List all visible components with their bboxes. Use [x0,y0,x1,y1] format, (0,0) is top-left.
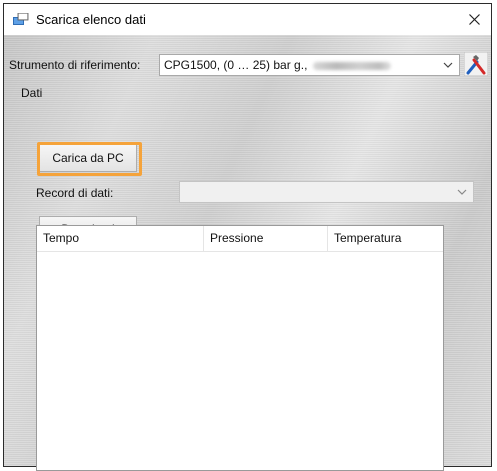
column-header-pressure[interactable]: Pressione [204,226,328,251]
close-icon [468,14,480,25]
instrument-value: CPG1500, (0 … 25) bar g., [164,58,308,72]
data-group-label: Dati [21,86,43,100]
download-data-list-dialog: Scarica elenco dati Strumento di riferim… [3,3,492,471]
record-select[interactable] [179,181,474,203]
table-header: Tempo Pressione Temperatura [37,226,443,252]
chevron-down-icon [440,55,456,75]
chevron-down-icon [454,182,470,202]
load-button-highlight [37,142,142,176]
app-icon [13,13,29,25]
instrument-select[interactable]: CPG1500, (0 … 25) bar g., [159,54,460,76]
redacted-serial [313,61,392,70]
instrument-label: Strumento di riferimento: [9,58,141,72]
record-label: Record di dati: [36,186,114,200]
window-title: Scarica elenco dati [36,12,146,27]
column-header-time[interactable]: Tempo [37,226,204,251]
tool-settings-icon[interactable] [464,52,488,76]
close-button[interactable] [457,4,491,35]
title-bar: Scarica elenco dati [4,4,491,35]
data-table[interactable]: Tempo Pressione Temperatura [36,225,444,471]
column-header-temperature[interactable]: Temperatura [328,226,443,251]
